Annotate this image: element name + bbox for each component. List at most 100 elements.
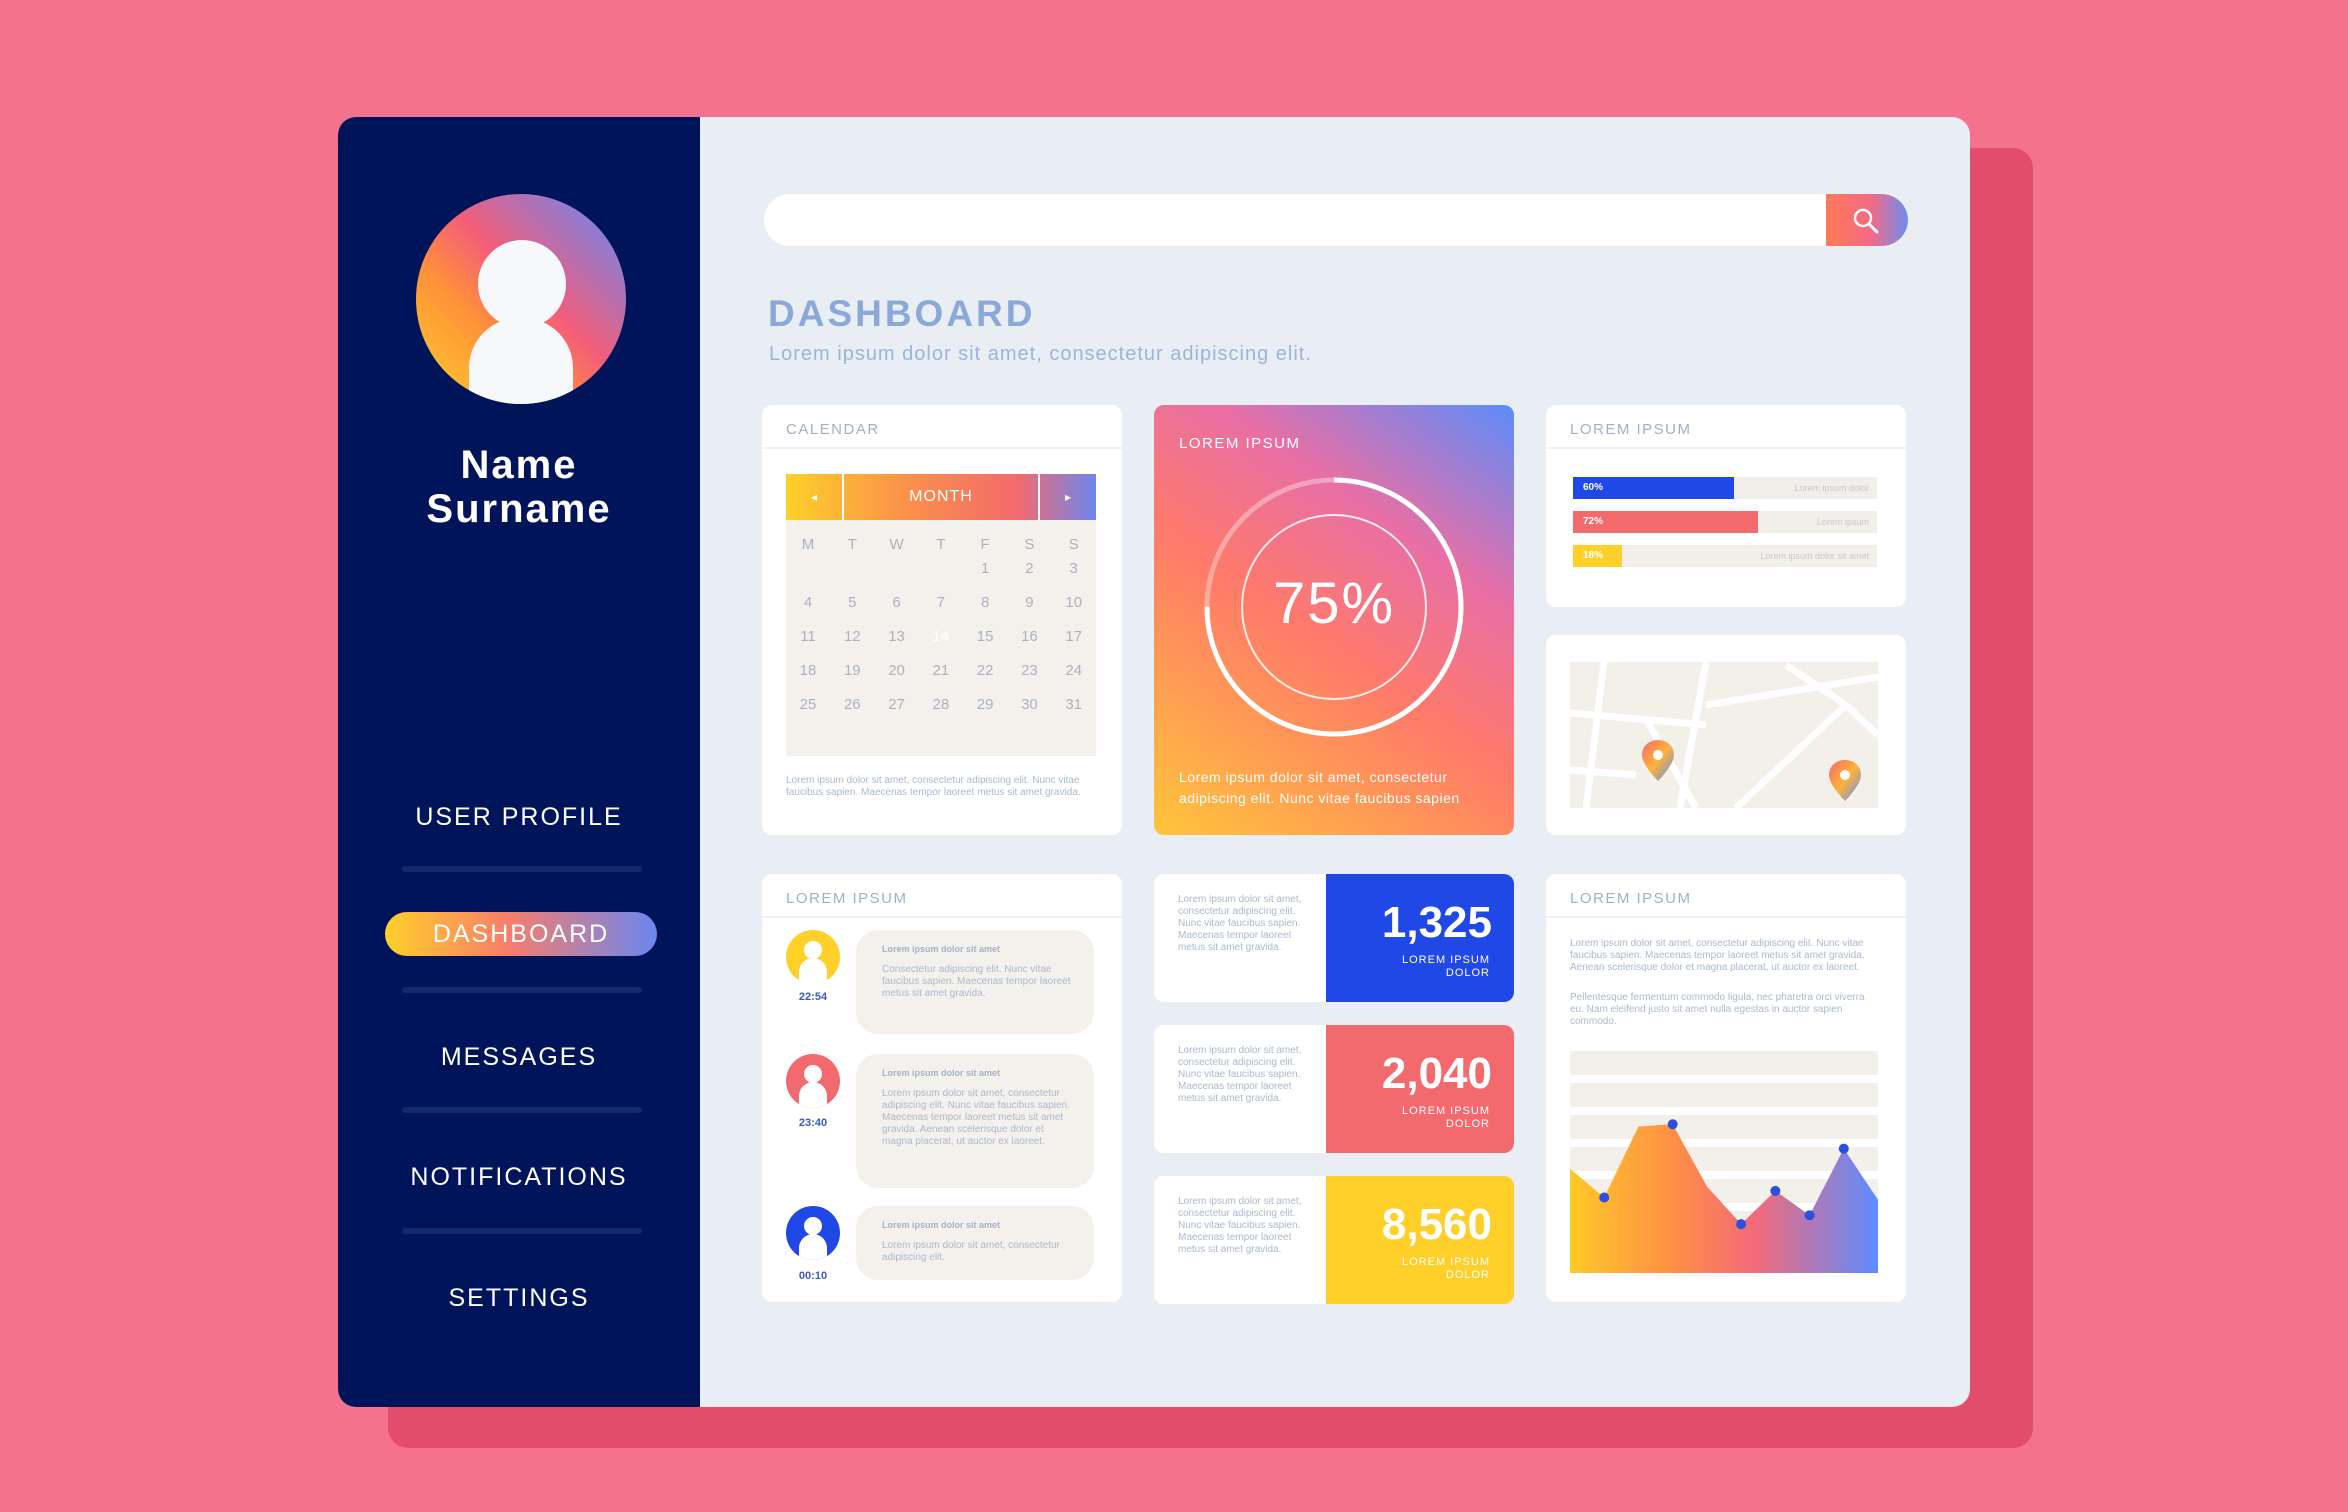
search-bar: [764, 194, 1908, 246]
calendar-day[interactable]: 25: [789, 690, 827, 720]
chart-grid-band: [1570, 1147, 1878, 1171]
sidebar-item-notifications[interactable]: NOTIFICATIONS: [383, 1155, 655, 1199]
chat-avatar[interactable]: [786, 1054, 840, 1108]
chart-point[interactable]: [1667, 1119, 1678, 1130]
calendar-day[interactable]: 30: [1010, 690, 1048, 720]
chat-avatar[interactable]: [786, 1206, 840, 1260]
chart-point[interactable]: [1736, 1219, 1747, 1230]
calendar-day[interactable]: 24: [1055, 656, 1093, 686]
search-icon: [1853, 208, 1879, 234]
chat-bubble-text: Consectetur adipiscing elit. Nunc vitae …: [882, 964, 1071, 999]
stat-text: Lorem ipsum dolor sit amet, consectetur …: [1178, 894, 1302, 953]
calendar-day[interactable]: 8: [966, 588, 1004, 618]
calendar-day[interactable]: 10: [1055, 588, 1093, 618]
user-first-name: Name: [460, 443, 578, 487]
stat-card[interactable]: Lorem ipsum dolor sit amet, consectetur …: [1154, 1176, 1514, 1304]
stat-value: 8,560: [1381, 1200, 1492, 1249]
user-name: Name Surname: [338, 443, 700, 531]
chat-avatar[interactable]: [786, 930, 840, 984]
calendar-title: CALENDAR: [786, 421, 880, 438]
calendar-day[interactable]: 17: [1055, 622, 1093, 652]
calendar-day[interactable]: 7: [922, 588, 960, 618]
stat-card[interactable]: Lorem ipsum dolor sit amet, consectetur …: [1154, 1025, 1514, 1153]
sidebar-divider: [402, 1107, 642, 1113]
sidebar-item-messages[interactable]: MESSAGES: [383, 1035, 655, 1079]
chat-bubble[interactable]: Lorem ipsum dolor sit amet Consectetur a…: [856, 930, 1094, 1034]
calendar-day[interactable]: 9: [1010, 588, 1048, 618]
sidebar-divider: [402, 987, 642, 993]
calendar-day[interactable]: 5: [833, 588, 871, 618]
calendar-prev-button[interactable]: ◂: [786, 474, 842, 520]
stat-card[interactable]: Lorem ipsum dolor sit amet, consectetur …: [1154, 874, 1514, 1002]
chat-bubble-title: Lorem ipsum dolor sit amet: [882, 944, 1001, 954]
progress-card-text: Lorem ipsum dolor sit amet, consectetur …: [1179, 769, 1460, 806]
chart-point[interactable]: [1770, 1185, 1781, 1196]
sidebar-divider: [402, 866, 642, 872]
user-body-icon: [799, 1234, 827, 1260]
calendar-day[interactable]: 11: [789, 622, 827, 652]
user-head-icon: [804, 1217, 822, 1235]
calendar-day[interactable]: 6: [878, 588, 916, 618]
calendar-day[interactable]: 28: [922, 690, 960, 720]
chart-card-title: LOREM IPSUM: [1570, 890, 1692, 907]
card-divider: [762, 447, 1122, 449]
calendar-day[interactable]: 18: [789, 656, 827, 686]
chart-point[interactable]: [1838, 1143, 1849, 1154]
calendar-day[interactable]: 19: [833, 656, 871, 686]
calendar-day[interactable]: 1: [966, 554, 1004, 584]
calendar-day[interactable]: 2: [1010, 554, 1048, 584]
map-card: [1546, 635, 1906, 835]
calendar-day[interactable]: 29: [966, 690, 1004, 720]
chart-grid-band: [1570, 1051, 1878, 1075]
chat-bubble-title: Lorem ipsum dolor sit amet: [882, 1068, 1001, 1078]
calendar-weekday: T: [936, 536, 946, 553]
chat-bubble-text: Lorem ipsum dolor sit amet, consectetur …: [882, 1088, 1070, 1147]
calendar-day[interactable]: 12: [833, 622, 871, 652]
calendar-day[interactable]: 23: [1010, 656, 1048, 686]
calendar-day-today[interactable]: 14: [922, 622, 960, 652]
bars-card-title: LOREM IPSUM: [1570, 421, 1692, 438]
chat-bubble[interactable]: Lorem ipsum dolor sit amet Lorem ipsum d…: [856, 1206, 1094, 1280]
calendar-day[interactable]: 21: [922, 656, 960, 686]
chart-point[interactable]: [1599, 1192, 1610, 1203]
calendar-month-label[interactable]: MONTH: [844, 474, 1038, 520]
sidebar-item-dashboard[interactable]: DASHBOARD: [385, 912, 657, 956]
sidebar-divider: [402, 1228, 642, 1234]
calendar-weekday: M: [801, 536, 815, 553]
calendar-next-button[interactable]: ▸: [1040, 474, 1096, 520]
calendar-note: Lorem ipsum dolor sit amet, consectetur …: [786, 775, 1081, 798]
chart-card: LOREM IPSUM Lorem ipsum dolor sit amet, …: [1546, 874, 1906, 1302]
stat-text: Lorem ipsum dolor sit amet, consectetur …: [1178, 1045, 1302, 1104]
card-divider: [762, 916, 1122, 918]
sidebar-item-user-profile[interactable]: USER PROFILE: [383, 795, 655, 839]
calendar-day[interactable]: 20: [878, 656, 916, 686]
search-input[interactable]: [784, 194, 1808, 246]
progress-bar: 72% Lorem ipsum: [1573, 511, 1877, 533]
progress-bar: 18% Lorem ipsum dolor sit amet: [1573, 545, 1877, 567]
progress-bar-label: Lorem ipsum dolor sit amet: [1760, 551, 1869, 561]
calendar-day[interactable]: 15: [966, 622, 1004, 652]
chat-card: LOREM IPSUM 22:54 Lorem ipsum dolor sit …: [762, 874, 1122, 1302]
chart-grid-band: [1570, 1115, 1878, 1139]
calendar-day[interactable]: 31: [1055, 690, 1093, 720]
calendar-day[interactable]: 13: [878, 622, 916, 652]
chart-point[interactable]: [1804, 1210, 1815, 1221]
calendar-day[interactable]: 26: [833, 690, 871, 720]
user-body-icon: [799, 1082, 827, 1108]
calendar-day[interactable]: 27: [878, 690, 916, 720]
calendar-header: ◂ MONTH ▸: [786, 474, 1096, 520]
map[interactable]: [1546, 635, 1906, 835]
calendar-day[interactable]: 22: [966, 656, 1004, 686]
calendar-weekday: W: [889, 536, 904, 553]
chat-bubble[interactable]: Lorem ipsum dolor sit amet Lorem ipsum d…: [856, 1054, 1094, 1188]
card-divider: [1546, 447, 1906, 449]
search-button[interactable]: [1826, 194, 1908, 246]
calendar-day[interactable]: 4: [789, 588, 827, 618]
user-body-icon: [799, 958, 827, 984]
avatar[interactable]: [416, 194, 626, 404]
calendar-day[interactable]: 3: [1055, 554, 1093, 584]
calendar-day[interactable]: 16: [1010, 622, 1048, 652]
chart-card-text: Pellentesque fermentum commodo ligula, n…: [1570, 992, 1865, 1027]
sidebar-item-settings[interactable]: SETTINGS: [383, 1276, 655, 1320]
user-last-name: Surname: [426, 487, 612, 531]
